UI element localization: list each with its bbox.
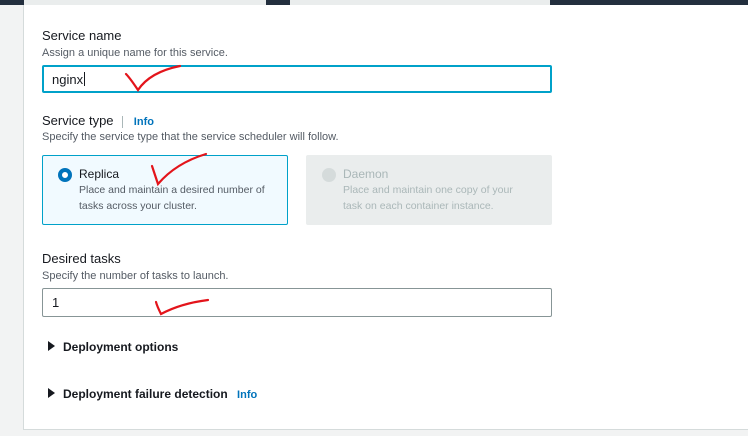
deployment-failure-detection-row: Deployment failure detection Info [48, 387, 257, 401]
caret-right-icon [48, 388, 55, 398]
text-caret [84, 72, 86, 86]
replica-title: Replica [79, 167, 120, 181]
daemon-description: Place and maintain one copy of your task… [343, 182, 513, 214]
caret-right-icon [48, 341, 55, 351]
label-separator [122, 115, 124, 128]
desired-tasks-description: Specify the number of tasks to launch. [42, 270, 229, 282]
service-name-value: nginx [52, 71, 84, 87]
replica-description-line: tasks across your cluster. [79, 200, 197, 212]
annotation-checkmark [150, 152, 208, 187]
daemon-title: Daemon [343, 167, 389, 181]
annotation-checkmark [154, 298, 210, 316]
deployment-options-label: Deployment options [63, 340, 179, 354]
deployment-failure-detection-expander[interactable]: Deployment failure detection [48, 387, 228, 401]
service-name-description: Assign a unique name for this service. [42, 47, 228, 59]
service-type-label: Service type [42, 113, 114, 128]
daemon-description-line: task on each container instance. [343, 200, 494, 212]
deployment-options-expander[interactable]: Deployment options [48, 340, 178, 354]
replica-radio[interactable] [58, 168, 72, 182]
annotation-checkmark [124, 64, 182, 92]
service-type-info-link[interactable]: Info [134, 116, 154, 128]
daemon-description-line: Place and maintain one copy of your [343, 184, 513, 196]
desired-tasks-value: 1 [52, 295, 60, 310]
service-name-input[interactable]: nginx [42, 65, 552, 93]
service-name-label: Service name [42, 28, 122, 43]
service-type-daemon-tile: Daemon Place and maintain one copy of yo… [306, 155, 552, 225]
service-type-label-row: Service type Info [42, 113, 154, 128]
desired-tasks-label: Desired tasks [42, 251, 121, 266]
deployment-failure-info-link[interactable]: Info [237, 389, 257, 401]
deployment-failure-detection-label: Deployment failure detection [63, 387, 228, 401]
service-type-description: Specify the service type that the servic… [42, 131, 339, 143]
desired-tasks-input[interactable]: 1 [42, 288, 552, 317]
daemon-radio [322, 168, 336, 182]
